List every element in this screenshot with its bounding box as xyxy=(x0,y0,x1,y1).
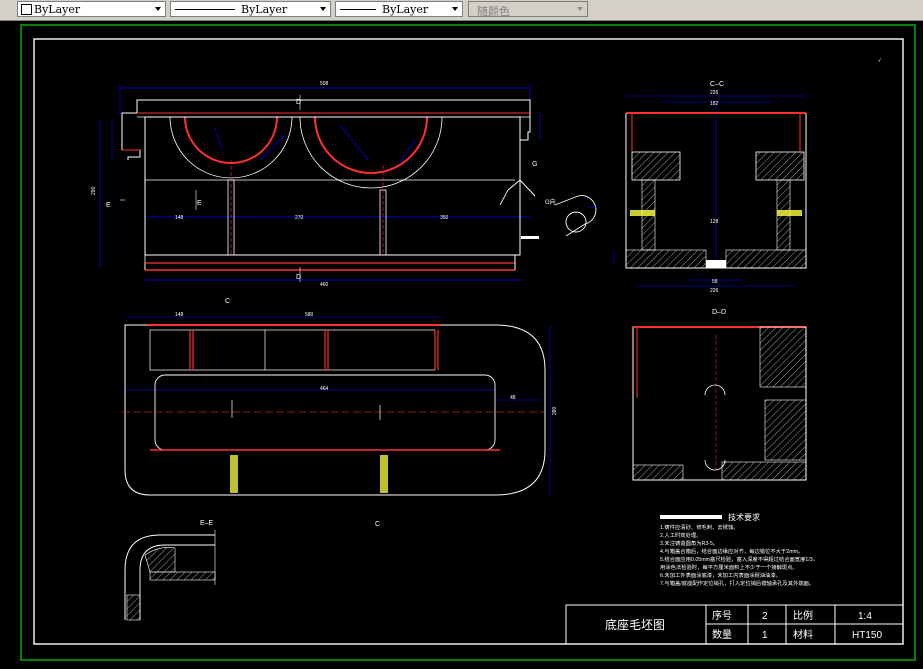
dim-cc-inner: 182 xyxy=(710,101,719,107)
section-mark-g: G xyxy=(532,161,537,168)
linetype-combo[interactable]: ByLayer xyxy=(170,1,331,17)
chevron-down-icon[interactable] xyxy=(152,3,164,15)
dim-height-left: 290 xyxy=(91,186,97,195)
section-mark-c-top: C xyxy=(225,298,230,305)
lineweight-combo-value: ByLayer xyxy=(382,3,429,16)
chevron-down-icon[interactable] xyxy=(574,3,586,15)
g-view-label: G向 xyxy=(545,198,556,206)
drawing-name: 底座毛坯图 xyxy=(605,617,665,632)
plotstyle-combo-value: 随颜色 xyxy=(477,5,510,18)
roughness-symbol: √ xyxy=(878,57,881,64)
plan-view: 148 580 464 48 280 C C xyxy=(122,298,558,528)
properties-toolbar: ByLayer ByLayer ByLayer 随颜色 xyxy=(0,0,923,21)
dim-left-span: 148 xyxy=(175,215,184,221)
tech-req-title: 技术要求 xyxy=(728,512,760,522)
dim-cc-bottom: 226 xyxy=(710,288,719,294)
dim-overall-bottom: 460 xyxy=(320,282,329,288)
color-swatch-icon xyxy=(21,4,32,15)
g-view-detail: G向 xyxy=(545,195,598,237)
tech-req-item: 1.铸件应清砂、修毛刺、去锈蚀。 xyxy=(660,523,739,531)
title-block: 底座毛坯图 序号 2 比例 1:4 数量 1 材料 HT150 xyxy=(565,604,904,645)
seq-value: 2 xyxy=(762,611,768,622)
technical-requirements: 技术要求 1.铸件应清砂、修毛刺、去锈蚀。 2.人工时效处理。 3.未注铸造圆角… xyxy=(660,512,818,587)
dim-cc-mid: 128 xyxy=(710,219,719,225)
section-mark-d-bottom: D xyxy=(296,274,301,281)
dim-plan-height: 280 xyxy=(552,406,558,415)
lineweight-combo[interactable]: ByLayer xyxy=(335,1,463,17)
drawing-canvas[interactable]: √ D D E E G 508 460 148 270 350 290 G向 C… xyxy=(0,20,923,665)
dim-mid-span: 270 xyxy=(295,215,304,221)
section-dd-view: D–D xyxy=(632,309,807,481)
dim-plan-width: 464 xyxy=(320,386,329,392)
chevron-down-icon[interactable] xyxy=(317,3,329,15)
tech-req-item: 2.人工时效处理。 xyxy=(660,531,702,539)
tech-req-item: 用涂色法检验时，每平方厘米面积上不少于一个接触斑点。 xyxy=(660,563,798,571)
material-label: 材料 xyxy=(793,628,813,641)
section-mark-d-top: D xyxy=(296,99,301,106)
linetype-combo-value: ByLayer xyxy=(241,3,288,16)
section-dd-title: D–D xyxy=(712,309,726,316)
dim-cc-base: 58 xyxy=(712,279,718,285)
material-value: HT150 xyxy=(852,630,882,641)
section-cc-title: C–C xyxy=(710,81,724,88)
tech-req-item: 7.与箱盖/底座配作定位销孔，打入定位销后镗轴承孔及其外端面。 xyxy=(660,579,814,587)
lineweight-preview-icon xyxy=(340,9,376,10)
section-cc-view: C–C 226 182 226 128 58 xyxy=(613,81,807,294)
seq-label: 序号 xyxy=(712,609,732,622)
dim-overall-width: 508 xyxy=(320,81,329,87)
tech-req-item: 4.与箱盖合箱后，结合面边缘应对齐，每边错位不大于2mm。 xyxy=(660,547,803,555)
scale-value: 1:4 xyxy=(858,611,872,622)
chevron-down-icon[interactable] xyxy=(449,3,461,15)
dim-plan-left: 148 xyxy=(175,312,184,318)
front-view: D D E E G 508 460 148 270 350 290 xyxy=(91,81,541,288)
tech-req-item: 5.结合面应用0.05mm塞尺检验，塞入深度不得超过结合面宽度1/3， xyxy=(660,555,818,563)
section-ee-view: E–E xyxy=(124,520,216,621)
section-ee-title: E–E xyxy=(200,520,214,527)
plotstyle-combo[interactable]: 随颜色 xyxy=(468,1,588,18)
section-mark-c-bottom: C xyxy=(375,521,380,528)
color-combo-value: ByLayer xyxy=(34,3,81,16)
dim-right-span: 350 xyxy=(440,215,449,221)
dim-plan-mid: 580 xyxy=(305,312,314,318)
dim-cc-top: 226 xyxy=(710,90,719,96)
scale-label: 比例 xyxy=(793,609,813,622)
tech-req-item: 3.未注铸造圆角为R3-5。 xyxy=(660,539,718,547)
qty-label: 数量 xyxy=(712,628,732,641)
section-mark-e-mid: E xyxy=(197,200,202,207)
linetype-preview-icon xyxy=(175,9,235,10)
section-mark-e-left: E xyxy=(106,202,111,209)
qty-value: 1 xyxy=(762,630,768,641)
color-combo[interactable]: ByLayer xyxy=(17,1,166,17)
dim-plan-right: 48 xyxy=(510,395,516,401)
tech-req-item: 6.未加工外表面涂底漆，未加工内表面涂耐油油漆。 xyxy=(660,571,781,579)
